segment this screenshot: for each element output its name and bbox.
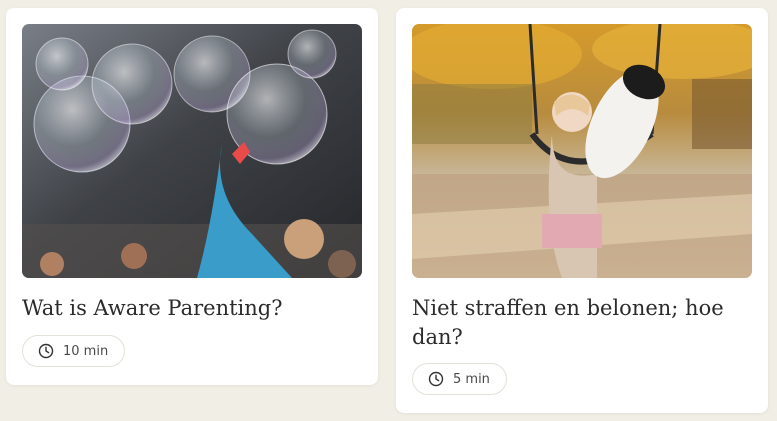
article-card[interactable]: Niet straffen en belonen; hoe dan? 5 min — [396, 8, 768, 413]
bubbles-photo — [22, 24, 362, 278]
article-image[interactable] — [22, 24, 362, 278]
article-card[interactable]: Wat is Aware Parenting? 10 min — [6, 8, 378, 385]
swing-photo — [412, 24, 752, 278]
article-title[interactable]: Wat is Aware Parenting? — [22, 294, 358, 323]
article-title[interactable]: Niet straffen en belonen; hoe dan? — [412, 294, 748, 352]
reading-time-badge: 10 min — [22, 335, 126, 367]
reading-time-label: 10 min — [63, 343, 109, 359]
clock-icon — [428, 371, 444, 387]
reading-time-label: 5 min — [453, 371, 490, 387]
article-image[interactable] — [412, 24, 752, 278]
clock-icon — [38, 343, 54, 359]
reading-time-badge: 5 min — [412, 363, 507, 395]
